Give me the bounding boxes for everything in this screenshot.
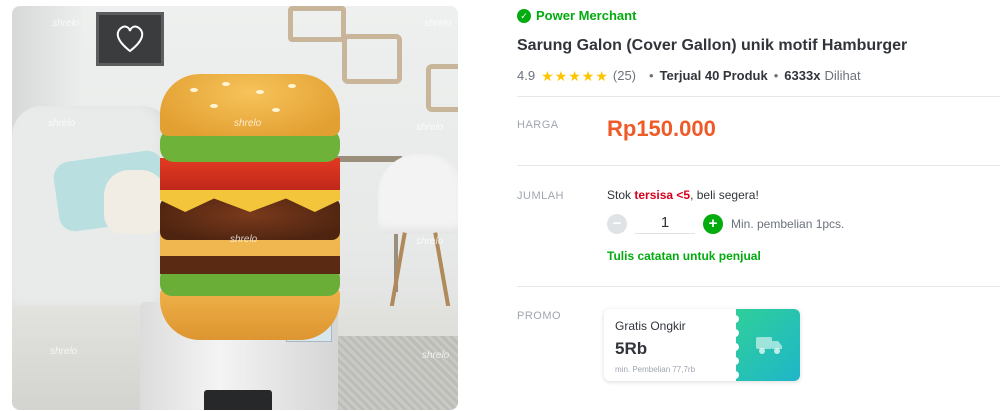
star-icon: ★	[541, 67, 554, 84]
watermark: shrelo	[48, 118, 76, 129]
ticket-notch	[731, 329, 739, 337]
ticket-notch	[731, 315, 739, 323]
stock-warning: tersisa <5	[634, 188, 691, 202]
min-purchase-text: Min. pembelian 1pcs.	[731, 217, 845, 231]
star-icon: ★	[581, 67, 595, 84]
heart-frame	[96, 12, 164, 66]
product-price: Rp150.000	[607, 116, 716, 141]
stock-suffix: , beli segera!	[690, 188, 759, 202]
sesame-seed	[190, 88, 198, 92]
merchant-badge-label: Power Merchant	[536, 8, 637, 23]
views-label: Dilihat	[824, 68, 861, 83]
watermark: shrelo	[50, 346, 78, 357]
price-label: HARGA	[517, 119, 559, 131]
power-merchant-badge[interactable]: ✓ Power Merchant	[517, 8, 636, 23]
rating-score: 4.9	[517, 68, 536, 83]
ticket-notch	[731, 371, 739, 379]
stock-info: Stok tersisa <5, beli segera!	[607, 188, 759, 202]
promo-ticket-art	[731, 309, 800, 381]
sesame-seed	[272, 108, 280, 112]
promo-title: Gratis Ongkir	[615, 319, 686, 333]
quantity-stepper: − 1 + Min. pembelian 1pcs.	[607, 214, 844, 234]
watermark: shrelo	[234, 118, 262, 129]
tomato	[160, 158, 340, 190]
views-count: 6333x	[784, 68, 821, 83]
ticket-notch	[731, 357, 739, 365]
quantity-input[interactable]: 1	[635, 214, 695, 234]
promo-min-purchase: min. Pembelian 77,7rb	[615, 365, 696, 374]
review-count-link[interactable]: (25)	[613, 68, 636, 83]
white-chair	[378, 154, 458, 234]
merchant-badge-icon: ✓	[517, 8, 531, 23]
sold-count: Terjual 40 Produk	[659, 68, 768, 83]
quantity-label: JUMLAH	[517, 190, 565, 202]
truck-icon	[756, 337, 782, 354]
increase-quantity-button[interactable]: +	[703, 214, 723, 234]
watermark: shrelo	[230, 234, 258, 245]
ticket-notch	[731, 343, 739, 351]
sesame-seed	[222, 82, 230, 86]
wall-shelf	[288, 6, 346, 42]
star-icon: ★	[554, 67, 568, 84]
free-shipping-promo-card[interactable]: Gratis Ongkir 5Rb min. Pembelian 77,7rb	[604, 309, 800, 381]
divider	[517, 96, 1000, 97]
rating-summary: 4.9 ★ ★ ★ ★ ★ (25) • Terjual 40 Produk •…	[517, 68, 861, 83]
separator-dot: •	[773, 68, 779, 83]
heart-icon	[116, 25, 144, 53]
wall-shelf	[426, 64, 458, 112]
sesame-seed	[288, 84, 296, 88]
chair-leg	[389, 232, 407, 310]
watermark: shrelo	[416, 122, 444, 133]
sesame-seed	[210, 104, 218, 108]
promo-label: PROMO	[517, 310, 562, 322]
star-icon: ★	[568, 67, 581, 84]
product-image[interactable]: shrelo shrelo shrelo shrelo shrelo shrel…	[12, 6, 458, 410]
watermark: shrelo	[52, 18, 80, 29]
hamburger-gallon-cover	[160, 74, 340, 340]
rating-stars: ★ ★ ★ ★ ★	[541, 69, 608, 83]
watermark: shrelo	[422, 350, 450, 361]
watermark: shrelo	[416, 236, 444, 247]
product-title: Sarung Galon (Cover Gallon) unik motif H…	[517, 37, 908, 54]
dispenser-panel	[204, 390, 272, 410]
sesame-seed	[256, 90, 264, 94]
decrease-quantity-button[interactable]: −	[607, 214, 627, 234]
divider	[517, 286, 1000, 287]
teddy-bear	[104, 170, 166, 234]
divider	[517, 165, 1000, 166]
promo-amount: 5Rb	[615, 339, 648, 358]
star-icon: ★	[595, 67, 608, 84]
stock-prefix: Stok	[607, 188, 632, 202]
separator-dot: •	[649, 68, 654, 83]
write-note-link[interactable]: Tulis catatan untuk penjual	[607, 249, 761, 263]
wall-shelf	[342, 34, 402, 84]
watermark: shrelo	[424, 18, 452, 29]
